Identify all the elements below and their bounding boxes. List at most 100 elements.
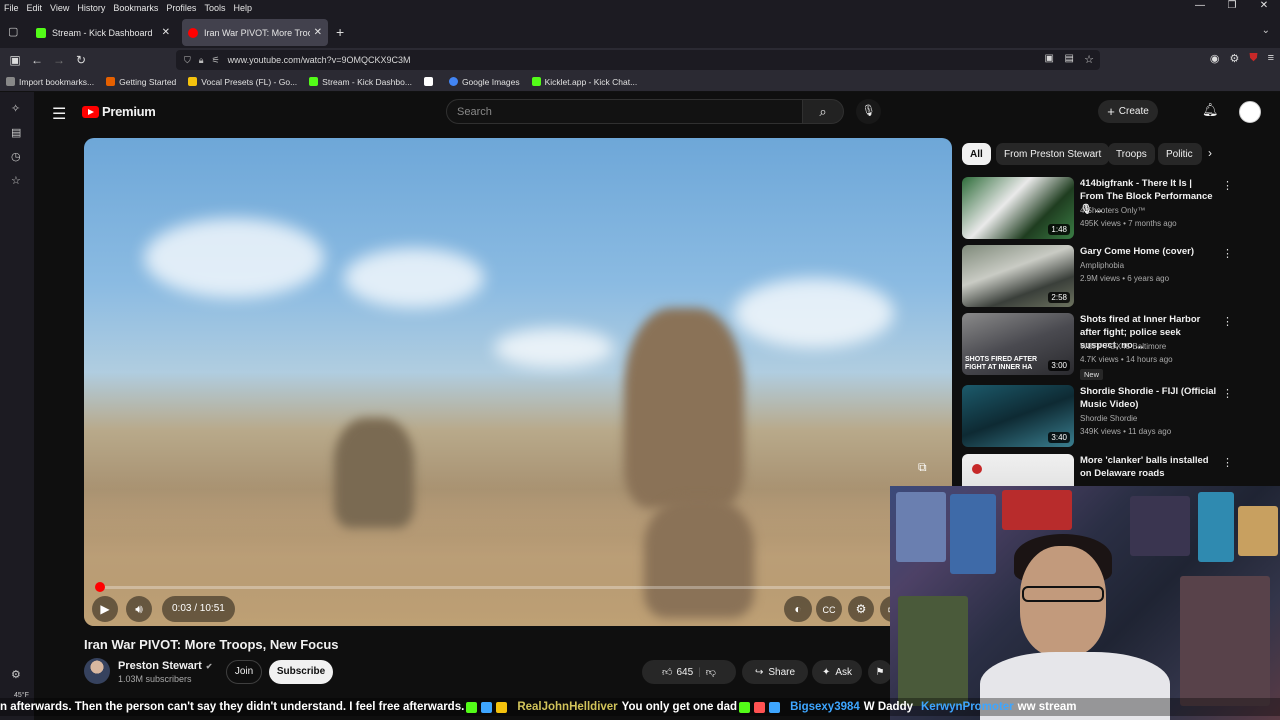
url-text[interactable]: www.youtube.com/watch?v=9OMQCKX9C3M	[228, 55, 411, 65]
video-thumbnail[interactable]: SHOTS FIRED AFTER FIGHT AT INNER HA 3:00	[962, 313, 1074, 375]
menu-profiles[interactable]: Profiles	[162, 3, 200, 13]
bookmark-getting-started[interactable]: Getting Started	[106, 77, 176, 87]
tab-kick-dashboard[interactable]: Stream - Kick Dashboard ✕	[30, 19, 176, 46]
recommendation-item[interactable]: 3:40 Shordie Shordie - FIJI (Official Mu…	[962, 385, 1233, 449]
chip-all[interactable]: All	[962, 143, 991, 165]
restore-icon[interactable]: ❐	[1216, 0, 1248, 11]
chip-politics[interactable]: Politic	[1158, 143, 1202, 165]
bookmark-vocal-presets[interactable]: Vocal Presets (FL) - Go...	[188, 77, 297, 87]
like-button[interactable]: 👍︎ 645	[662, 666, 693, 679]
forward-icon[interactable]: →	[48, 53, 70, 67]
thumbs-down-icon[interactable]: 👎︎	[706, 666, 716, 678]
close-window-icon[interactable]: ✕	[1248, 0, 1280, 11]
bookmark-import[interactable]: Import bookmarks...	[6, 77, 94, 87]
mute-button[interactable]: 🔊︎	[126, 596, 152, 622]
recommendation-item[interactable]: 2:58 Gary Come Home (cover) Ampliphobia …	[962, 245, 1233, 309]
video-thumbnail[interactable]: 2:58	[962, 245, 1074, 307]
recommendation-item[interactable]: SHOTS FIRED AFTER FIGHT AT INNER HA 3:00…	[962, 313, 1233, 380]
synced-tabs-icon[interactable]: ▤	[11, 126, 21, 139]
bookmark-s[interactable]	[423, 77, 437, 86]
ublock-icon[interactable]: ⛊	[1249, 52, 1257, 65]
more-options-icon[interactable]: ⋮	[1222, 179, 1233, 192]
url-bar[interactable]: ⛉ 🔒︎ ⚟ www.youtube.com/watch?v=9OMQCKX9C…	[176, 50, 1100, 70]
settings-button[interactable]: ⚙	[848, 596, 874, 622]
chevron-right-icon[interactable]: ›	[1208, 146, 1212, 160]
account-icon[interactable]: ◉	[1210, 52, 1220, 65]
reader-view-icon[interactable]: ▤	[1065, 53, 1074, 64]
recommendation-channel[interactable]: WBFF FOX45 Baltimore	[1080, 342, 1166, 351]
back-icon[interactable]: ←	[26, 53, 48, 67]
bookmark-star-icon[interactable]: ☆	[1084, 53, 1094, 66]
close-tab-icon[interactable]: ✕	[162, 27, 170, 38]
new-tab-icon[interactable]: +	[336, 24, 344, 40]
share-button[interactable]: ↪ Share	[742, 660, 808, 684]
search-input[interactable]: Search	[446, 99, 804, 124]
minimize-icon[interactable]: —	[1184, 0, 1216, 11]
permissions-icon[interactable]: ⚟	[212, 55, 220, 66]
captions-button[interactable]: CC	[816, 596, 842, 622]
menu-edit[interactable]: Edit	[23, 3, 47, 13]
guide-menu-icon[interactable]: ☰	[52, 104, 66, 124]
create-button[interactable]: + Create	[1098, 100, 1158, 123]
reload-icon[interactable]: ↻	[70, 53, 92, 67]
more-options-icon[interactable]: ⋮	[1222, 247, 1233, 260]
notifications-bell-icon[interactable]: 🔔︎	[1202, 102, 1219, 118]
menu-file[interactable]: File	[0, 3, 23, 13]
tab-overview-icon[interactable]: ▢	[8, 25, 18, 38]
chip-from-channel[interactable]: From Preston Stewart	[996, 143, 1110, 165]
menu-tools[interactable]: Tools	[200, 3, 229, 13]
close-tab-icon[interactable]: ✕	[314, 27, 322, 38]
play-button[interactable]: ▶	[92, 596, 118, 622]
kick-favicon-icon	[36, 27, 46, 38]
recommendation-channel[interactable]: Ampliphobia	[1080, 261, 1124, 270]
bookmark-google-images[interactable]: Google Images	[448, 77, 520, 87]
chip-troops[interactable]: Troops	[1108, 143, 1155, 165]
menu-icon[interactable]: ≡	[1268, 52, 1274, 65]
more-options-icon[interactable]: ⋮	[1222, 315, 1233, 328]
microphone-icon: 🎙︎	[861, 105, 876, 117]
more-options-icon[interactable]: ⋮	[1222, 387, 1233, 400]
voice-search-button[interactable]: 🎙︎	[856, 99, 881, 124]
more-options-icon[interactable]: ⋮	[1222, 456, 1233, 469]
account-avatar[interactable]	[1239, 101, 1261, 123]
menu-help[interactable]: Help	[229, 3, 256, 13]
recommendation-title[interactable]: Shordie Shordie - FIJI (Official Music V…	[1080, 385, 1218, 411]
red-ball-icon	[972, 464, 982, 474]
progress-bar[interactable]	[95, 582, 940, 592]
recommendation-title[interactable]: Gary Come Home (cover)	[1080, 245, 1218, 258]
recommendation-channel[interactable]: 4 Shooters Only™	[1080, 206, 1145, 215]
video-thumbnail[interactable]: 3:40	[962, 385, 1074, 447]
recommendation-channel[interactable]: Shordie Shordie	[1080, 414, 1137, 423]
menu-bookmarks[interactable]: Bookmarks	[109, 3, 162, 13]
join-button[interactable]: Join	[226, 660, 262, 684]
subscribe-button[interactable]: Subscribe	[269, 660, 333, 684]
recommendation-title[interactable]: More 'clanker' balls installed on Delawa…	[1080, 454, 1218, 480]
ask-button[interactable]: ✦ Ask	[812, 660, 862, 684]
search-button[interactable]: ⌕	[802, 99, 844, 124]
lock-icon[interactable]: 🔒︎	[199, 55, 204, 66]
ai-chat-icon[interactable]: ✧	[11, 102, 20, 115]
tab-youtube-video[interactable]: Iran War PIVOT: More Troops, N ✕	[182, 19, 328, 46]
progress-scrubber[interactable]	[95, 582, 105, 592]
menu-history[interactable]: History	[73, 3, 109, 13]
channel-avatar[interactable]	[84, 658, 110, 684]
menu-view[interactable]: View	[46, 3, 73, 13]
list-tabs-icon[interactable]: ⌄	[1262, 25, 1270, 36]
history-icon[interactable]: ◷	[11, 150, 21, 163]
extensions-icon[interactable]: ⚙	[1229, 52, 1239, 65]
recommendation-item[interactable]: 1:48 414bigfrank - There It Is | From Th…	[962, 177, 1233, 241]
bookmarks-icon[interactable]: ☆	[11, 174, 21, 187]
bookmark-kick-dashboard[interactable]: Stream - Kick Dashbo...	[309, 77, 412, 87]
bookmark-kicklet[interactable]: Kicklet.app - Kick Chat...	[531, 77, 637, 87]
video-player[interactable]: ⧉ ▶ 🔊︎ 0:03 / 10:51 ◐ CC ⚙ ▭	[84, 138, 952, 626]
save-button[interactable]: ⚑	[868, 660, 892, 684]
miniplayer-icon[interactable]: ⧉	[918, 460, 927, 475]
picture-in-picture-icon[interactable]: ▣	[1045, 53, 1054, 64]
video-thumbnail[interactable]: 1:48	[962, 177, 1074, 239]
sidebar-toggle-icon[interactable]: ▣	[4, 53, 26, 67]
channel-name[interactable]: Preston Stewart ✔	[118, 660, 212, 672]
autoplay-toggle[interactable]: ◐	[784, 596, 812, 622]
youtube-logo[interactable]: Premium	[82, 104, 156, 119]
customize-sidebar-icon[interactable]: ⚙	[11, 668, 21, 681]
shield-icon[interactable]: ⛉	[184, 55, 191, 66]
